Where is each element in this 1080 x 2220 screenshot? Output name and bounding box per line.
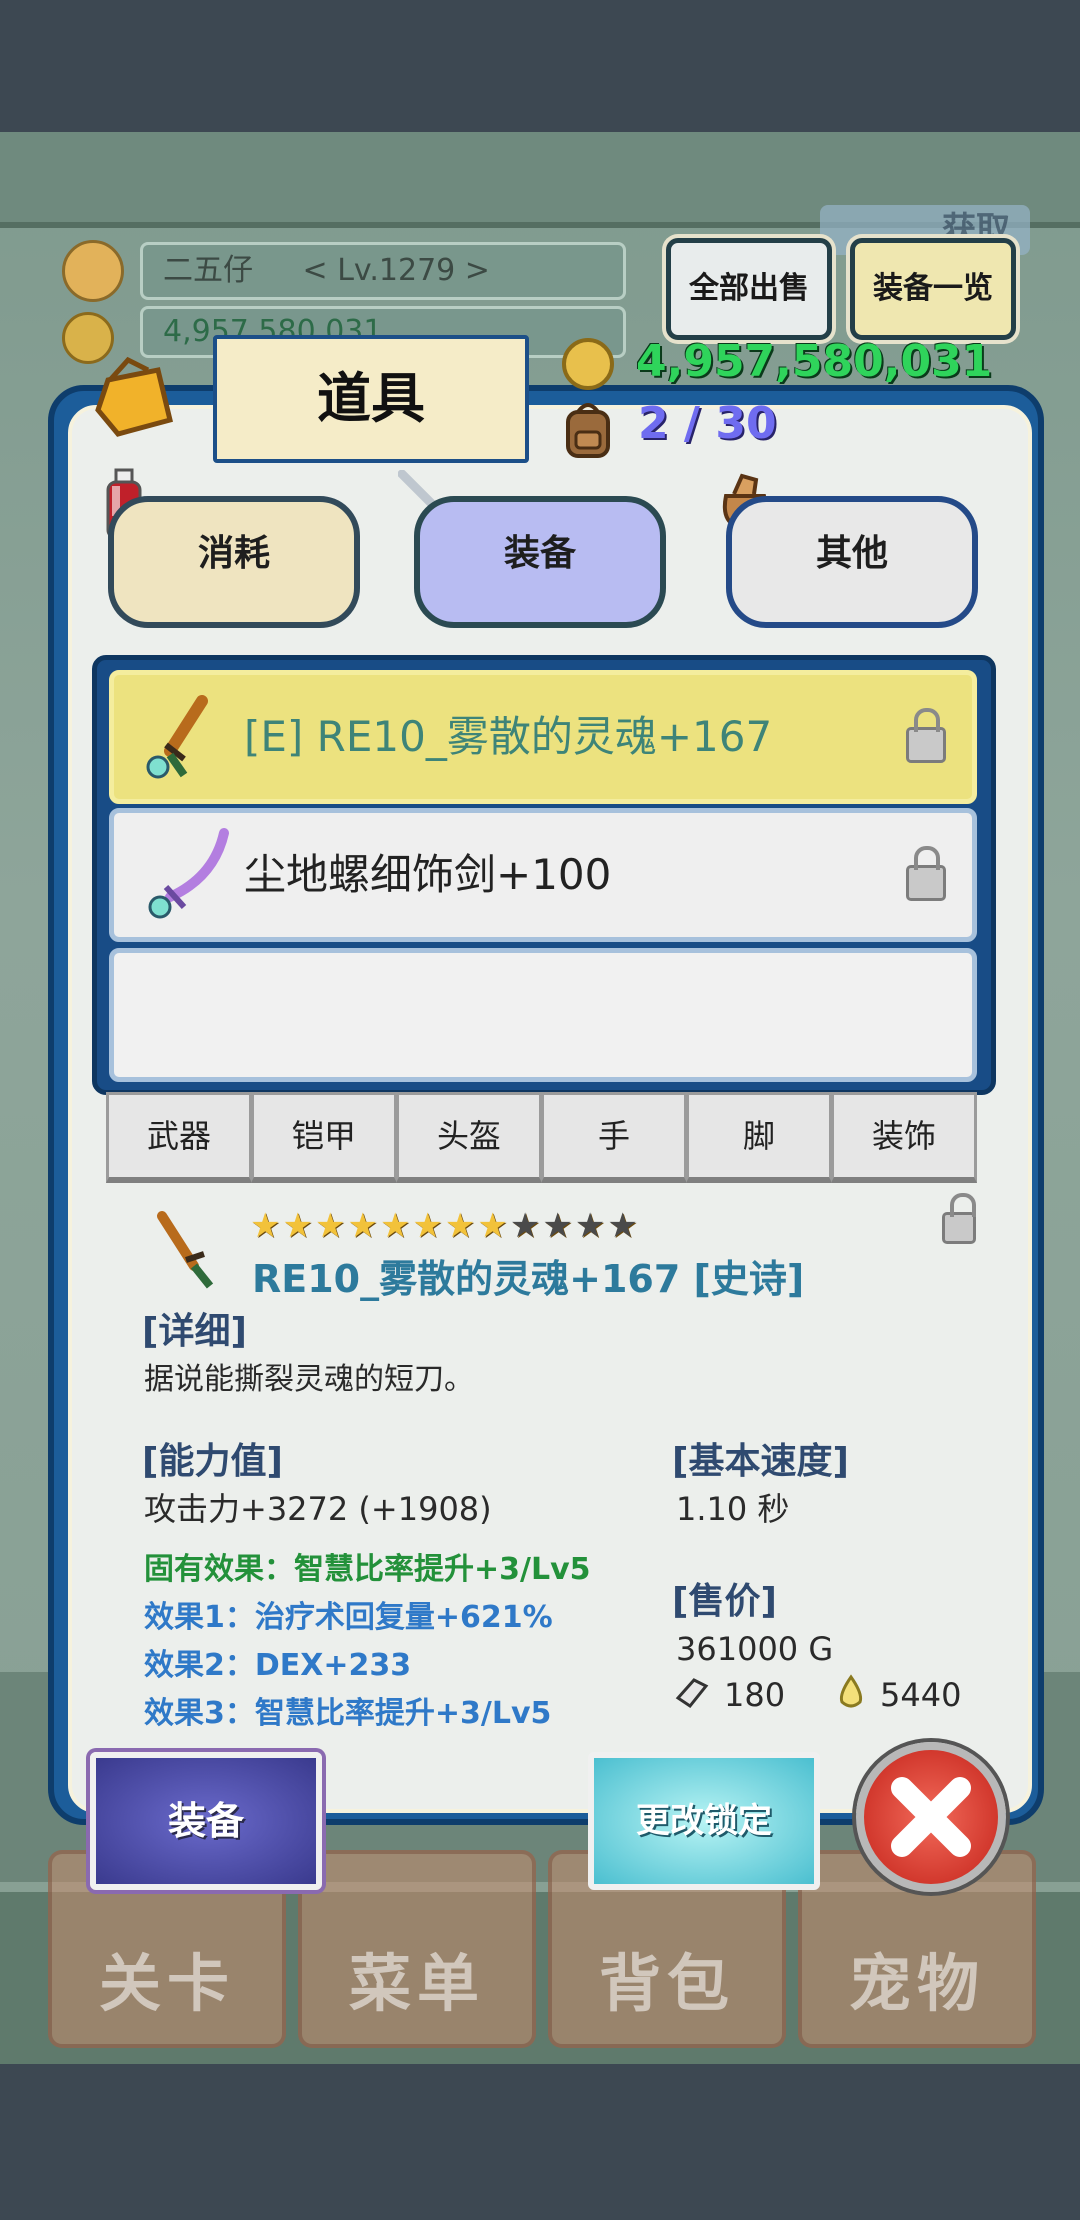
item-name: 尘地螺细饰剑+100 — [244, 850, 612, 899]
star-empty-icon: ★ — [542, 1206, 573, 1246]
subtab-armor[interactable]: 铠甲 — [251, 1092, 397, 1183]
stone-value: 180 — [724, 1676, 786, 1714]
lock-icon[interactable] — [906, 846, 946, 901]
star-filled-icon: ★ — [347, 1206, 378, 1246]
equip-button[interactable]: 装备 — [90, 1752, 322, 1890]
list-item-empty — [109, 948, 977, 1082]
subtab-hand[interactable]: 手 — [541, 1092, 687, 1183]
gold-coin-icon — [562, 338, 614, 390]
speed-value: 1.10 秒 — [676, 1490, 790, 1528]
tab-other[interactable]: 其他 — [726, 496, 978, 628]
change-lock-button[interactable]: 更改锁定 — [588, 1752, 820, 1890]
star-filled-icon: ★ — [314, 1206, 346, 1246]
star-filled-icon: ★ — [477, 1206, 508, 1246]
star-filled-icon: ★ — [282, 1206, 313, 1246]
detail-lock-icon[interactable] — [942, 1193, 976, 1244]
attack-value: 攻击力+3272 (+1908) — [144, 1490, 492, 1528]
star-filled-icon: ★ — [412, 1206, 443, 1246]
subtab-foot[interactable]: 脚 — [686, 1092, 832, 1183]
item-bag-icon — [88, 350, 178, 440]
star-filled-icon: ★ — [250, 1206, 281, 1246]
item-description: 据说能撕裂灵魂的短刀。 — [144, 1362, 474, 1397]
player-name-bar: 二五仔 < Lv.1279 > — [140, 242, 626, 300]
star-filled-icon: ★ — [379, 1206, 411, 1246]
player-name: 二五仔 — [163, 253, 253, 288]
star-filled-icon: ★ — [444, 1206, 476, 1246]
item-list: [E] RE10_雾散的灵魂+167 尘地螺细饰剑+100 — [92, 655, 996, 1095]
detail-item-name: RE10_雾散的灵魂+167 [史诗] — [252, 1257, 805, 1301]
list-item[interactable]: 尘地螺细饰剑+100 — [109, 808, 977, 942]
star-rating: ★★★★★★★★★★★★ — [250, 1206, 640, 1246]
tab-equipment[interactable]: 装备 — [414, 496, 666, 628]
sell-all-button[interactable]: 全部出售 — [666, 238, 832, 340]
star-empty-icon: ★ — [607, 1206, 638, 1246]
bag-count: 2 / 30 — [638, 398, 777, 449]
stone-icon — [674, 1674, 710, 1710]
subtab-helmet[interactable]: 头盔 — [396, 1092, 542, 1183]
backpack-icon — [560, 398, 616, 460]
crystal-icon — [836, 1674, 866, 1710]
effect-3: 效果3：智慧比率提升+3/Lv5 — [144, 1696, 552, 1731]
tab-consumable[interactable]: 消耗 — [108, 496, 360, 628]
dagger-icon — [144, 695, 214, 781]
gold-amount: 4,957,580,031 — [636, 336, 993, 387]
speed-header: [基本速度] — [672, 1441, 849, 1482]
star-empty-icon: ★ — [574, 1206, 606, 1246]
detail-dagger-icon — [150, 1210, 220, 1290]
list-item-selected[interactable]: [E] RE10_雾散的灵魂+167 — [109, 670, 977, 804]
scimitar-icon — [144, 827, 230, 923]
panel-title: 道具 — [213, 335, 529, 463]
lock-icon[interactable] — [906, 708, 946, 763]
effect-1: 效果1：治疗术回复量+621% — [144, 1600, 553, 1635]
close-icon — [891, 1777, 971, 1857]
player-level: < Lv.1279 > — [302, 253, 490, 288]
close-button[interactable] — [856, 1742, 1006, 1892]
subtab-weapon[interactable]: 武器 — [106, 1092, 252, 1183]
ability-header: [能力值] — [142, 1441, 283, 1482]
player-avatar — [62, 240, 124, 302]
effect-2: 效果2：DEX+233 — [144, 1648, 412, 1683]
detail-header: [详细] — [142, 1311, 247, 1352]
price-header: [售价] — [672, 1581, 777, 1622]
crystal-value: 5440 — [880, 1676, 962, 1714]
subtab-accessory[interactable]: 装饰 — [831, 1092, 977, 1183]
bg-tab-menu: 菜单 — [298, 1850, 536, 2048]
effect-fixed: 固有效果：智慧比率提升+3/Lv5 — [144, 1552, 591, 1587]
item-name: [E] RE10_雾散的灵魂+167 — [244, 712, 773, 761]
equip-list-button[interactable]: 装备一览 — [850, 238, 1016, 340]
star-empty-icon: ★ — [509, 1206, 541, 1246]
price-value: 361000 G — [676, 1630, 834, 1668]
